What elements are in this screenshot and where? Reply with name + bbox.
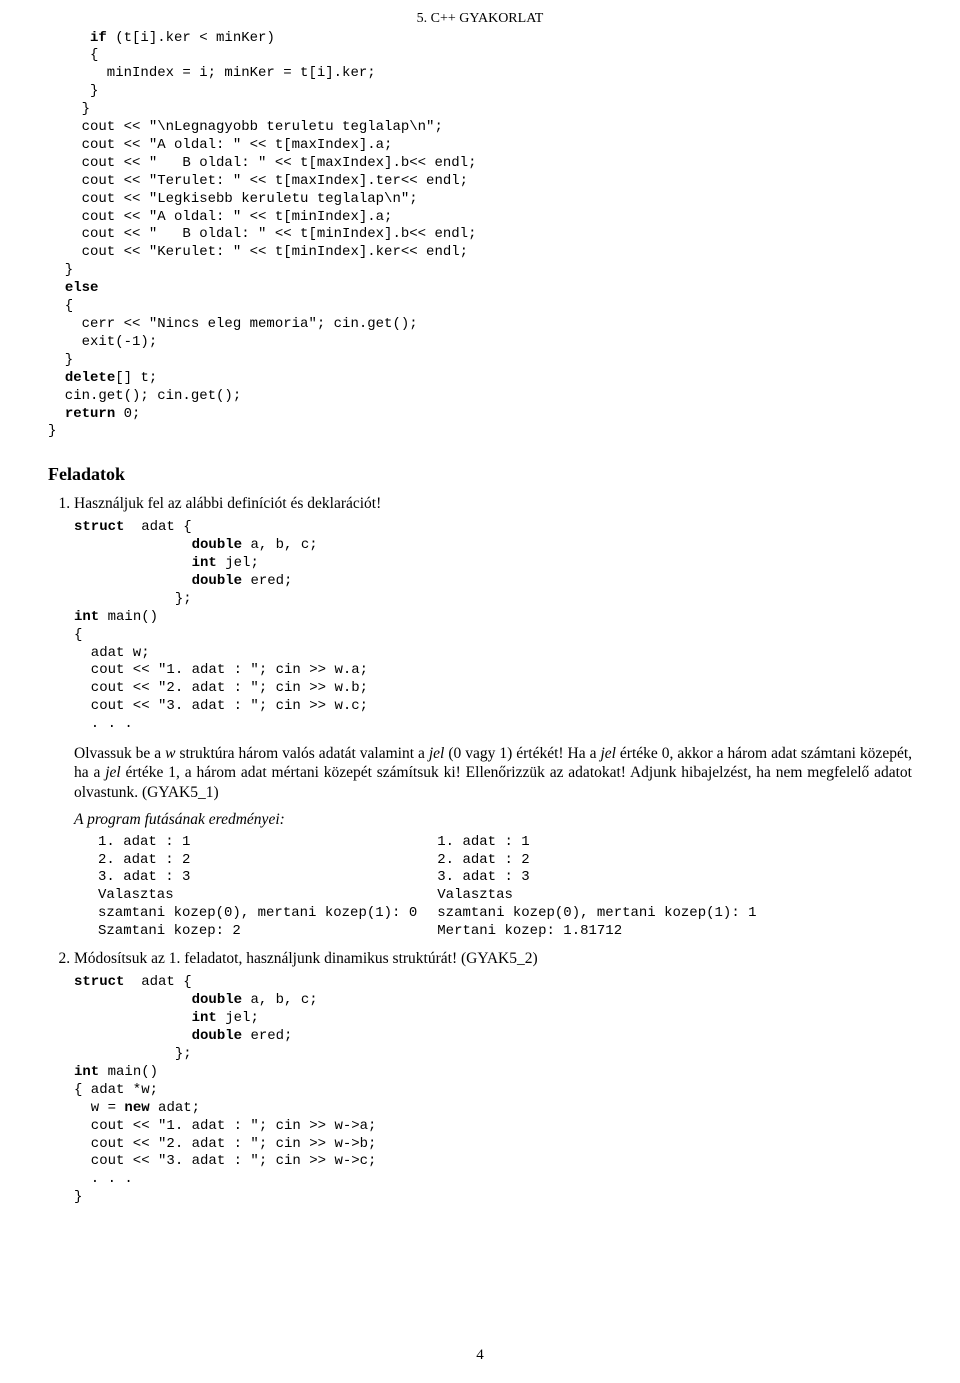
task-1-intro: Használjuk fel az alábbi definíciót és d…	[74, 495, 381, 512]
task-2-intro: Módosítsuk az 1. feladatot, használjunk …	[74, 950, 538, 967]
task-1-output-left: 1. adat : 1 2. adat : 2 3. adat : 3 Vala…	[98, 834, 417, 941]
page-header: 5. C++ GYAKORLAT	[48, 10, 912, 28]
italic-var: w	[165, 745, 175, 762]
task-list: Használjuk fel az alábbi definíciót és d…	[48, 494, 912, 1207]
text-fragment: struktúra három valós adatát valamint a	[175, 745, 428, 762]
text-fragment: Olvassuk be a	[74, 745, 165, 762]
code-block-top: if (t[i].ker < minKer) { minIndex = i; m…	[48, 30, 912, 442]
italic-var: jel	[429, 745, 445, 762]
page-number: 4	[0, 1346, 960, 1365]
task-2: Módosítsuk az 1. feladatot, használjunk …	[74, 949, 912, 1207]
text-fragment: értéke 1, a három adat mértani közepét s…	[74, 764, 912, 800]
task-1-paragraph: Olvassuk be a w struktúra három valós ad…	[74, 744, 912, 802]
task-1: Használjuk fel az alábbi definíciót és d…	[74, 494, 912, 941]
task-1-results: 1. adat : 1 2. adat : 2 3. adat : 3 Vala…	[98, 834, 912, 941]
page: 5. C++ GYAKORLAT if (t[i].ker < minKer) …	[0, 0, 960, 1383]
task-1-run-caption: A program futásának eredményei:	[74, 810, 912, 829]
text-fragment: (0 vagy 1) értékét! Ha a	[444, 745, 600, 762]
code-block-task1: struct adat { double a, b, c; int jel; d…	[74, 519, 912, 734]
section-heading: Feladatok	[48, 463, 912, 486]
italic-var: jel	[105, 764, 121, 781]
italic-var: jel	[600, 745, 616, 762]
task-1-output-right: 1. adat : 1 2. adat : 2 3. adat : 3 Vala…	[437, 834, 756, 941]
code-block-task2: struct adat { double a, b, c; int jel; d…	[74, 974, 912, 1207]
